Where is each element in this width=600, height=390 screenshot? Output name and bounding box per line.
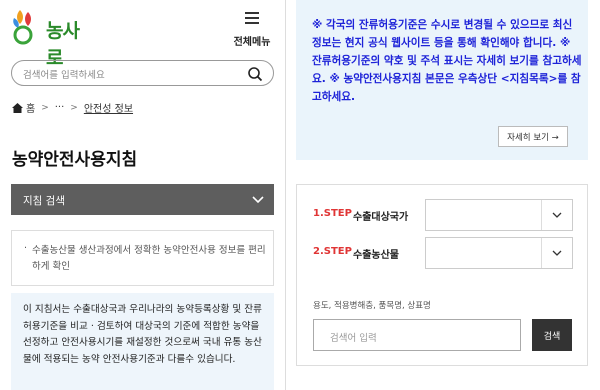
full-menu-label: 전체메뉴	[233, 37, 271, 48]
bullet-icon: ·	[24, 243, 28, 254]
search-button[interactable]: 검색	[532, 319, 572, 351]
step1-row: 1.STEP 수출대상국가	[313, 199, 573, 231]
chevron-down-icon	[552, 212, 562, 218]
search-icon[interactable]	[247, 66, 263, 82]
export-crop-select[interactable]	[425, 237, 573, 269]
keyword-input[interactable]: 검색어 입력	[313, 319, 521, 351]
page-title: 농약안전사용지침	[12, 150, 138, 170]
chevron-down-icon	[552, 250, 562, 256]
breadcrumb-current[interactable]: 안전성 정보	[84, 100, 133, 115]
chevron-right-icon: >	[70, 102, 78, 113]
hamburger-icon	[245, 12, 259, 24]
search-input[interactable]: 검색어를 입력하세요	[11, 60, 274, 86]
full-menu-button[interactable]: 전체메뉴	[226, 10, 278, 49]
step2-label: 수출농산물	[353, 250, 399, 261]
intro-note: · 수출농산물 생산과정에서 정확한 농약안전사용 정보를 편리하게 확인	[11, 230, 274, 286]
left-panel: 농사로 전체메뉴 검색어를 입력하세요 홈 > ··· > 안전성 정보 농약안…	[0, 0, 286, 390]
description-text: 이 지침서는 수출대상국과 우리나라의 농약등록상황 및 잔류허용기준을 비교 …	[23, 304, 262, 365]
breadcrumb-ellipsis[interactable]: ···	[55, 102, 65, 113]
info-box: ※ 각국의 잔류허용기준은 수시로 변경될 수 있으므로 최신 정보는 현지 공…	[296, 0, 588, 160]
info-text: ※ 각국의 잔류허용기준은 수시로 변경될 수 있으므로 최신 정보는 현지 공…	[312, 19, 582, 103]
step1-label: 수출대상국가	[353, 212, 409, 223]
chevron-right-icon: >	[41, 102, 49, 113]
intro-note-text: 수출농산물 생산과정에서 정확한 농약안전사용 정보를 편리하게 확인	[32, 245, 266, 272]
search-conditions-label: 용도, 적용병해충, 품목명, 상표명	[313, 301, 431, 311]
description-box: 이 지침서는 수출대상국과 우리나라의 농약등록상황 및 잔류허용기준을 비교 …	[11, 293, 274, 390]
keyword-placeholder: 검색어 입력	[330, 333, 377, 344]
step2-row: 2.STEP 수출농산물	[313, 237, 573, 269]
home-icon[interactable]	[12, 102, 23, 113]
breadcrumb: 홈 > ··· > 안전성 정보	[12, 100, 133, 115]
select-divider	[541, 238, 542, 268]
search-form: 1.STEP 수출대상국가 2.STEP 수출농산물 용도, 적용병해충, 품목…	[296, 184, 588, 366]
guide-search-toggle[interactable]: 지침 검색	[11, 184, 274, 215]
select-divider	[541, 200, 542, 230]
step2-badge: 2.STEP	[313, 246, 352, 257]
more-details-button[interactable]: 자세히 보기 →	[498, 126, 568, 147]
site-logo[interactable]: 농사로	[10, 6, 80, 69]
step1-badge: 1.STEP	[313, 208, 352, 219]
chevron-down-icon	[252, 196, 264, 204]
search-placeholder: 검색어를 입력하세요	[23, 70, 105, 81]
export-country-select[interactable]	[425, 199, 573, 231]
guide-search-label: 지침 검색	[23, 195, 65, 207]
logo-icon	[13, 10, 33, 45]
right-panel: ※ 각국의 잔류허용기준은 수시로 변경될 수 있으므로 최신 정보는 현지 공…	[296, 0, 600, 390]
breadcrumb-home[interactable]: 홈	[26, 100, 35, 115]
